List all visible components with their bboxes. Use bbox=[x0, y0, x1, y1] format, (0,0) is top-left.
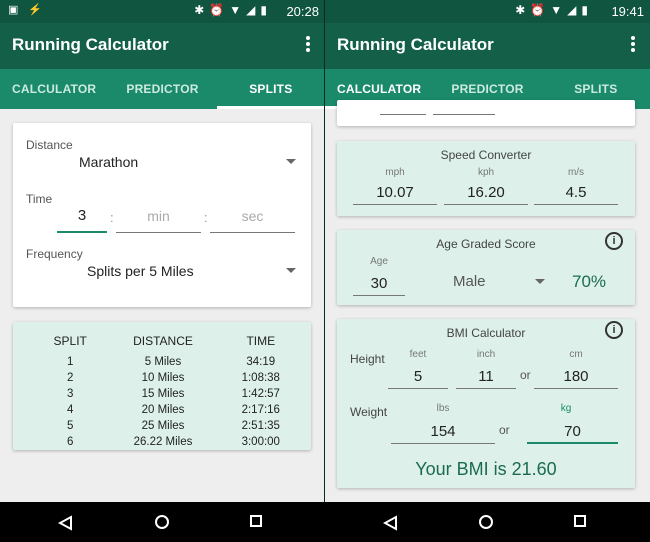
tab-calculator[interactable]: CALCULATOR bbox=[0, 69, 108, 109]
height-label: Height bbox=[350, 352, 385, 366]
distance-select[interactable]: Marathon bbox=[73, 151, 298, 173]
image-notification-icon: ▣ bbox=[8, 4, 19, 16]
status-bar: ✱ ⏰ ▼ ◢ ▮ 19:41 bbox=[325, 0, 650, 23]
tab-splits[interactable]: SPLITS bbox=[216, 69, 325, 109]
frequency-value: Splits per 5 Miles bbox=[87, 263, 194, 279]
table-row: 2 10 Miles 1:08:38 bbox=[67, 372, 280, 384]
table-row: 3 15 Miles 1:42:57 bbox=[67, 388, 280, 400]
back-icon[interactable] bbox=[383, 515, 399, 531]
table-row: 5 25 Miles 2:51:35 bbox=[67, 420, 280, 432]
bmi-result: Your BMI is 21.60 bbox=[415, 459, 557, 479]
cm-label: cm bbox=[569, 349, 583, 360]
hours-input[interactable]: 3 bbox=[57, 205, 107, 233]
age-graded-card: Age Graded Score i Age 30 Male 70% bbox=[337, 230, 635, 305]
splits-input-card: Distance Marathon Time 3 : min : sec Fre… bbox=[13, 123, 311, 307]
column-header: SPLIT bbox=[53, 334, 87, 348]
chevron-down-icon bbox=[286, 268, 296, 273]
signal-icon: ◢ bbox=[567, 3, 577, 17]
distance-value: Marathon bbox=[79, 154, 139, 170]
speed-converter-card: Speed Converter mph kph m/s 10.07 16.20 … bbox=[337, 141, 635, 216]
bluetooth-icon: ✱ bbox=[515, 3, 526, 17]
kg-input[interactable]: 70 bbox=[527, 420, 618, 444]
signal-icon: ◢ bbox=[246, 3, 256, 17]
overflow-menu-icon[interactable] bbox=[305, 36, 311, 54]
home-icon[interactable] bbox=[155, 515, 169, 529]
column-header: DISTANCE bbox=[133, 334, 193, 348]
column-header: TIME bbox=[246, 334, 276, 348]
age-graded-title: Age Graded Score bbox=[436, 237, 536, 251]
bmi-title: BMI Calculator bbox=[446, 326, 526, 340]
feet-label: feet bbox=[409, 349, 427, 360]
table-row: 6 26.22 Miles 3:00:00 bbox=[67, 436, 280, 448]
table-header-row: SPLIT DISTANCE TIME bbox=[37, 330, 299, 354]
kph-label: kph bbox=[477, 167, 495, 178]
gender-select[interactable]: Male bbox=[447, 270, 547, 294]
splits-table-card: SPLIT DISTANCE TIME 15 Miles 34:19 2 10 Mi… bbox=[13, 322, 311, 450]
seconds-input[interactable]: sec bbox=[210, 205, 295, 233]
cm-input[interactable]: 180 bbox=[534, 365, 618, 389]
or-text: or bbox=[520, 368, 531, 382]
frequency-select[interactable]: Splits per 5 Miles bbox=[81, 260, 298, 282]
recent-apps-icon[interactable] bbox=[574, 515, 586, 527]
chevron-down-icon bbox=[286, 159, 296, 164]
ms-input[interactable]: 4.5 bbox=[534, 181, 618, 205]
feet-input[interactable]: 5 bbox=[388, 365, 448, 389]
left-phone-screen: ▣ ⚡ ✱ ⏰ ▼ ◢ ▮ 20:28 Running Calculator C… bbox=[0, 0, 325, 542]
time-label: Time bbox=[26, 192, 53, 206]
alarm-icon: ⏰ bbox=[530, 3, 546, 17]
status-time: 20:28 bbox=[286, 4, 319, 19]
distance-label: Distance bbox=[26, 138, 73, 152]
status-time: 19:41 bbox=[611, 4, 644, 19]
minutes-input[interactable]: min bbox=[116, 205, 201, 233]
app-bar: Running Calculator bbox=[325, 23, 650, 69]
kph-input[interactable]: 16.20 bbox=[444, 181, 528, 205]
age-graded-score: 70% bbox=[571, 272, 607, 291]
right-phone-screen: ✱ ⏰ ▼ ◢ ▮ 19:41 Running Calculator CALCU… bbox=[325, 0, 650, 542]
runner-notification-icon: ⚡ bbox=[28, 4, 43, 16]
weight-label: Weight bbox=[350, 405, 388, 419]
wifi-icon: ▼ bbox=[550, 3, 563, 17]
inch-input[interactable]: 11 bbox=[456, 365, 516, 389]
time-separator: : bbox=[110, 210, 114, 225]
or-text: or bbox=[499, 423, 510, 437]
kg-label: kg bbox=[560, 403, 572, 414]
time-separator: : bbox=[204, 210, 208, 225]
wifi-icon: ▼ bbox=[229, 3, 242, 17]
inch-label: inch bbox=[476, 349, 496, 360]
speed-converter-title: Speed Converter bbox=[440, 148, 532, 162]
ms-label: m/s bbox=[567, 167, 585, 178]
tab-predictor[interactable]: PREDICTOR bbox=[108, 69, 216, 109]
age-label: Age bbox=[370, 256, 388, 267]
recent-apps-icon[interactable] bbox=[250, 515, 262, 527]
age-input[interactable]: 30 bbox=[353, 272, 405, 296]
bmi-card: BMI Calculator i Height feet inch cm 5 1… bbox=[337, 319, 635, 488]
home-icon[interactable] bbox=[479, 515, 493, 529]
table-row: 4 20 Miles 2:17:16 bbox=[67, 404, 280, 416]
mph-input[interactable]: 10.07 bbox=[353, 181, 437, 205]
app-title: Running Calculator bbox=[12, 35, 169, 54]
frequency-label: Frequency bbox=[26, 247, 83, 261]
app-bar: Running Calculator bbox=[0, 23, 325, 69]
app-title: Running Calculator bbox=[337, 35, 494, 54]
scrolled-card bbox=[337, 100, 635, 126]
overflow-menu-icon[interactable] bbox=[630, 36, 636, 54]
battery-icon: ▮ bbox=[581, 3, 588, 17]
table-row: 15 Miles 34:19 bbox=[67, 356, 276, 368]
splits-table: SPLIT DISTANCE TIME 15 Miles 34:19 2 10 Mi… bbox=[37, 330, 299, 450]
tab-bar: CALCULATOR PREDICTOR SPLITS bbox=[0, 69, 325, 109]
bluetooth-icon: ✱ bbox=[194, 3, 205, 17]
chevron-down-icon bbox=[535, 279, 545, 284]
battery-icon: ▮ bbox=[260, 3, 267, 17]
info-icon[interactable]: i bbox=[605, 232, 623, 250]
status-bar: ▣ ⚡ ✱ ⏰ ▼ ◢ ▮ 20:28 bbox=[0, 0, 325, 23]
navigation-bar bbox=[0, 502, 650, 542]
lbs-label: lbs bbox=[436, 403, 450, 414]
info-icon[interactable]: i bbox=[605, 321, 623, 339]
lbs-input[interactable]: 154 bbox=[391, 420, 495, 444]
back-icon[interactable] bbox=[58, 515, 74, 531]
alarm-icon: ⏰ bbox=[209, 3, 225, 17]
mph-label: mph bbox=[385, 167, 405, 178]
